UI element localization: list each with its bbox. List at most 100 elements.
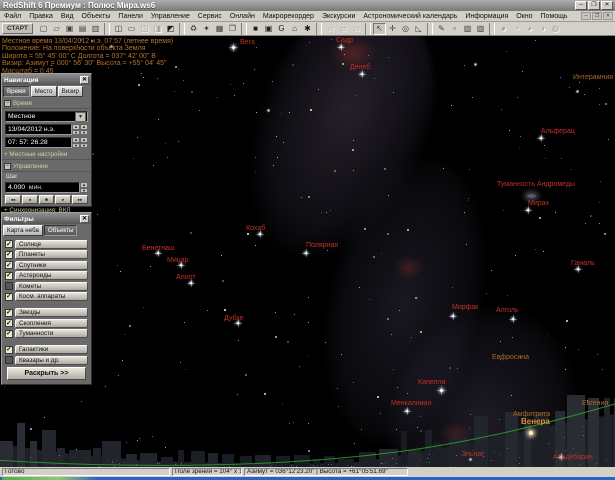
mdi-close-button[interactable]: ✕ [603, 12, 613, 20]
chart-button[interactable]: ▧ [461, 23, 474, 35]
fast-backward-button[interactable]: ◂◂ [5, 195, 21, 204]
filter-checkbox[interactable] [5, 319, 13, 327]
sky-view[interactable] [0, 36, 615, 467]
filter-button[interactable]: Косм. аппараты [15, 292, 88, 301]
save-button[interactable]: ▣ [63, 23, 76, 35]
step-forward-button[interactable]: ▸ [55, 195, 71, 204]
filter-button[interactable]: Планеты [15, 250, 88, 259]
step-backward-button[interactable]: ◂ [22, 195, 38, 204]
filter-checkbox[interactable] [5, 282, 13, 290]
open-file-button[interactable]: ▱ [50, 23, 63, 35]
date-input[interactable]: 13/04/2012 н.э. [5, 124, 72, 135]
menu-item[interactable]: Панели [114, 13, 146, 20]
start-button[interactable]: СТАРТ [2, 23, 33, 34]
menu-item[interactable]: Окно [512, 13, 536, 20]
tab-place[interactable]: Место [31, 86, 57, 97]
filter-checkbox[interactable] [5, 346, 13, 354]
menu-item[interactable]: Информация [461, 13, 512, 20]
menu-item[interactable]: Вид [57, 13, 78, 20]
display-settings-button[interactable]: ◫ [112, 23, 125, 35]
loop-macro-button[interactable]: ◑ [536, 23, 549, 35]
filter-checkbox[interactable] [5, 272, 13, 280]
close-icon[interactable]: ✕ [80, 215, 89, 223]
filter-checkbox[interactable] [5, 330, 13, 338]
minimize-button[interactable]: ─ [575, 1, 587, 10]
fast-forward-button[interactable]: ▸▸ [72, 195, 88, 204]
stop-button[interactable]: ■ [39, 195, 55, 204]
report-button[interactable]: ▨ [474, 23, 487, 35]
menu-item[interactable]: Файл [0, 13, 25, 20]
print-button[interactable]: ▤ [76, 23, 89, 35]
close-button[interactable]: ✕ [601, 1, 613, 10]
clipboard-button[interactable]: ▱ [337, 23, 350, 35]
play-macro-button[interactable]: ◔ [510, 23, 523, 35]
navigator-panel-header[interactable]: Навигация ✕ [2, 74, 91, 85]
step-input[interactable]: 4.000 мин. [5, 182, 80, 193]
filter-button[interactable]: Звезды [15, 308, 88, 317]
select-area-button[interactable]: ▫ [448, 23, 461, 35]
restore-view-button[interactable]: ♻ [187, 23, 200, 35]
time-input[interactable]: 07: 57: 26.28 [5, 137, 72, 148]
select-cursor-button[interactable]: ↖ [373, 23, 386, 35]
date-spinner[interactable]: ▲▼ [72, 124, 80, 135]
expand-button[interactable]: Раскрыть >> [7, 367, 86, 380]
restore-button[interactable]: ❐ [588, 1, 600, 10]
tab-aim[interactable]: Визир [58, 86, 83, 97]
pause-macro-button[interactable]: ◕ [523, 23, 536, 35]
filter-checkbox[interactable] [5, 356, 13, 364]
filter-checkbox[interactable] [5, 251, 13, 259]
capture-button[interactable]: ◨ [151, 23, 164, 35]
filter-button[interactable]: Галактики [15, 345, 88, 354]
filter-button[interactable]: Астероиды [15, 271, 88, 280]
local-settings-header[interactable]: + Местные настройки [2, 150, 91, 160]
filter-checkbox[interactable] [5, 240, 13, 248]
filters-panel-header[interactable]: Фильтры ✕ [2, 213, 91, 224]
filter-checkbox[interactable] [5, 261, 13, 269]
time-mode-select[interactable]: Местное ▼ [5, 111, 88, 122]
home-position-button[interactable]: ⌂ [288, 23, 301, 35]
clipboard-button[interactable]: ▱ [350, 23, 363, 35]
menu-item[interactable]: Астрономический календарь [359, 13, 461, 20]
clipboard-button[interactable]: ▱ [324, 23, 337, 35]
find-object-button[interactable]: ✦ [200, 23, 213, 35]
filter-button[interactable]: Спутники [15, 261, 88, 270]
filter-button[interactable]: Скопления [15, 319, 88, 328]
menu-item[interactable]: Управление [147, 13, 194, 20]
mdi-minimize-button[interactable]: ─ [581, 12, 591, 20]
pan-hand-button[interactable]: ✛ [386, 23, 399, 35]
close-icon[interactable]: ✕ [80, 76, 89, 84]
filter-button[interactable]: Кометы [15, 282, 88, 291]
record-macro-button[interactable]: ● [497, 23, 510, 35]
tab-sky-map[interactable]: Карта неба [3, 225, 43, 236]
menu-item[interactable]: Экскурсии [318, 13, 359, 20]
deep-sky-button[interactable]: ■ [249, 23, 262, 35]
window-layout-button[interactable]: ❐ [226, 23, 239, 35]
collapse-icon[interactable]: − [4, 163, 11, 170]
tab-objects[interactable]: Объекты [44, 225, 78, 236]
filter-button[interactable]: Солнце [15, 240, 88, 249]
go-to-button[interactable]: G [275, 23, 288, 35]
chevron-down-icon[interactable]: ▼ [75, 112, 86, 122]
filter-checkbox[interactable] [5, 293, 13, 301]
time-spinner[interactable]: ▲▼ [72, 137, 80, 148]
night-vision-button[interactable]: ◩ [164, 23, 177, 35]
sky-grid-button[interactable]: ▦ [213, 23, 226, 35]
tools-button[interactable]: ✱ [301, 23, 314, 35]
print-preview-button[interactable]: ▥ [89, 23, 102, 35]
collapse-icon[interactable]: − [4, 100, 11, 107]
link-view-button[interactable]: ◳ [138, 23, 151, 35]
tab-time[interactable]: Время [3, 86, 30, 97]
menu-item[interactable]: Помощь [537, 13, 572, 20]
new-file-button[interactable]: ▢ [37, 23, 50, 35]
filter-checkbox[interactable] [5, 309, 13, 317]
angle-measure-button[interactable]: ◺ [412, 23, 425, 35]
camera-macro-button[interactable]: ◍ [549, 23, 562, 35]
mdi-restore-button[interactable]: ❐ [592, 12, 602, 20]
menu-item[interactable]: Правка [25, 13, 57, 20]
date-spinner-2[interactable]: ▲▼ [80, 124, 88, 135]
panels-button[interactable]: ▭ [125, 23, 138, 35]
zoom-button[interactable]: ◎ [399, 23, 412, 35]
menu-item[interactable]: Онлайн [226, 13, 259, 20]
filter-button[interactable]: Туманности [15, 329, 88, 338]
menu-item[interactable]: Сервис [194, 13, 226, 20]
